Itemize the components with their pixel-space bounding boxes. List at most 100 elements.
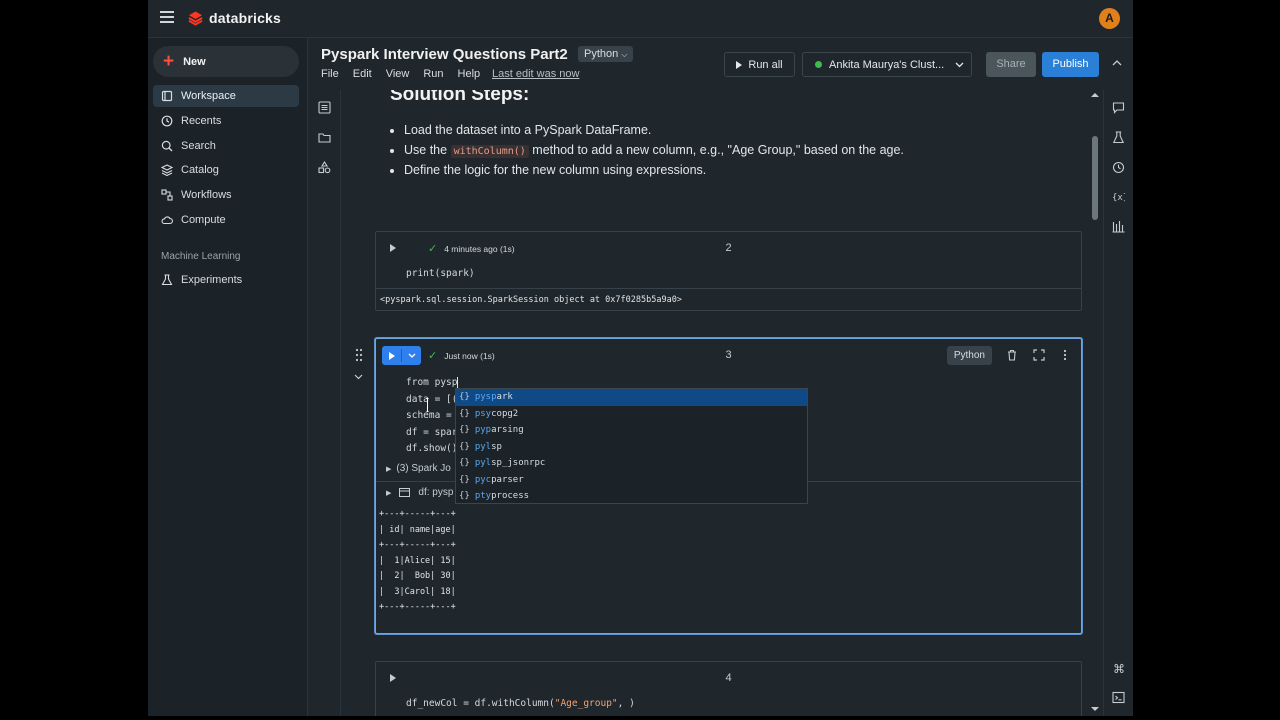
autocomplete-item[interactable]: {} ptyprocess	[456, 488, 807, 505]
module-icon: {}	[459, 458, 470, 469]
more-options-icon[interactable]	[1059, 349, 1071, 361]
code-line: df.show()	[406, 443, 458, 454]
bullet-text: Use the	[404, 143, 451, 157]
library-icon[interactable]	[1112, 220, 1125, 233]
rest-text: sp	[491, 441, 502, 452]
menu-help[interactable]: Help	[458, 68, 481, 80]
code-line: data = [(	[406, 393, 458, 405]
sidebar-item-workflows[interactable]: Workflows	[153, 184, 299, 206]
logo-text: databricks	[209, 10, 282, 26]
sidebar-item-label: Catalog	[181, 164, 219, 176]
table-of-contents-icon[interactable]	[318, 101, 331, 114]
run-all-button[interactable]: Run all	[724, 52, 795, 77]
sidebar-item-catalog[interactable]: Catalog	[153, 159, 299, 181]
dataframe-toggle[interactable]: ▶ df: pysp	[386, 487, 453, 498]
rest-text: process	[491, 491, 530, 502]
sidebar-item-compute[interactable]: Compute	[153, 209, 299, 231]
right-side-panel: {x} ⌘	[1103, 90, 1133, 716]
chevron-right-icon: ▶	[386, 466, 392, 473]
rest-text: arsing	[491, 425, 524, 436]
sidebar-item-experiments[interactable]: Experiments	[153, 269, 299, 291]
list-item: Load the dataset into a PySpark DataFram…	[404, 123, 904, 137]
code-line[interactable]: df_newCol = df.withColumn("Age_group", )	[406, 698, 635, 709]
code-cell-4[interactable]: 4 df_newCol = df.withColumn("Age_group",…	[375, 661, 1082, 716]
language-label: Python	[584, 48, 619, 60]
menu-run[interactable]: Run	[423, 68, 443, 80]
rest-text: sp_jsonrpc	[491, 458, 546, 469]
notebook-language-selector[interactable]: Python ⌵	[578, 46, 634, 62]
match-text: psy	[474, 408, 492, 419]
publish-button[interactable]: Publish	[1042, 52, 1099, 77]
sidebar-item-label: Compute	[181, 214, 226, 226]
comment-icon[interactable]	[1112, 101, 1125, 114]
cluster-selector[interactable]: Ankita Maurya's Clust...	[802, 52, 972, 77]
scroll-down-icon[interactable]	[1091, 706, 1099, 712]
autocomplete-item[interactable]: {} pycparser	[456, 472, 807, 489]
folder-icon[interactable]	[318, 131, 331, 144]
module-icon: {}	[459, 474, 470, 485]
autocomplete-item[interactable]: {} pyparsing	[456, 422, 807, 439]
variables-icon[interactable]: {x}	[1112, 190, 1125, 203]
last-edit-link[interactable]: Last edit was now	[492, 68, 579, 80]
user-avatar[interactable]: A	[1099, 8, 1120, 29]
sidebar-item-search[interactable]: Search	[153, 135, 299, 157]
share-button[interactable]: Share	[986, 52, 1036, 77]
scroll-up-icon[interactable]	[1091, 92, 1099, 98]
sidebar-item-workspace[interactable]: Workspace	[153, 85, 299, 107]
autocomplete-item[interactable]: {} psycopg2	[456, 406, 807, 423]
expand-icon[interactable]	[1033, 349, 1045, 361]
menu-file[interactable]: File	[321, 68, 339, 80]
databricks-window: databricks A + New Workspace Recents Sea…	[148, 0, 1133, 716]
list-item: Define the logic for the new column usin…	[404, 163, 904, 177]
play-icon	[736, 60, 743, 69]
chevron-right-icon: ▶	[386, 489, 392, 497]
content-scrollbar[interactable]	[1091, 92, 1099, 712]
databricks-logo[interactable]: databricks	[188, 10, 281, 26]
autocomplete-item[interactable]: {} pylsp_jsonrpc	[456, 455, 807, 472]
markdown-bullets: Load the dataset into a PySpark DataFram…	[404, 123, 904, 183]
autocomplete-item[interactable]: {} pylsp	[456, 439, 807, 456]
spark-jobs-label: (3) Spark Jo	[396, 463, 451, 474]
notebook-title[interactable]: Pyspark Interview Questions Part2	[321, 46, 568, 63]
spark-jobs-toggle[interactable]: ▶ (3) Spark Jo	[386, 463, 451, 474]
output-line: | 1|Alice| 15|	[379, 555, 456, 566]
text-caret	[457, 377, 459, 388]
markdown-heading: Solution Steps:	[390, 90, 530, 105]
sidebar-item-recents[interactable]: Recents	[153, 110, 299, 132]
code-line[interactable]: print(spark)	[406, 268, 475, 279]
chevron-up-icon[interactable]	[1112, 58, 1122, 68]
autocomplete-item[interactable]: {} pyspark	[456, 389, 807, 406]
experiment-icon[interactable]	[1112, 131, 1125, 144]
code-line: from pysp	[406, 377, 458, 388]
cell-output: <pyspark.sql.session.SparkSession object…	[376, 288, 1081, 312]
keyboard-shortcuts-icon[interactable]: ⌘	[1112, 662, 1125, 675]
cell-language-tag[interactable]: Python	[946, 346, 992, 365]
code-editor[interactable]: from pysp data = [( schema = df = spar d…	[406, 375, 459, 458]
trash-icon[interactable]	[1006, 349, 1018, 361]
scrollbar-thumb[interactable]	[1092, 136, 1098, 220]
output-line: +---+-----+---+	[379, 602, 456, 612]
code-token: , )	[617, 698, 635, 709]
code-cell-2[interactable]: ✓ 4 minutes ago (1s) 2 print(spark) <pysp…	[375, 231, 1082, 311]
module-icon: {}	[459, 392, 470, 403]
sidebar-item-label: Recents	[181, 115, 222, 127]
collapse-cell-icon[interactable]	[354, 374, 363, 380]
clock-icon	[161, 115, 173, 127]
history-icon[interactable]	[1112, 161, 1125, 174]
module-icon: {}	[459, 425, 470, 436]
cloud-icon	[161, 216, 173, 225]
shapes-icon[interactable]	[318, 161, 331, 174]
hamburger-menu-icon[interactable]	[160, 11, 174, 25]
dataframe-label: df: pysp	[418, 487, 454, 498]
terminal-icon[interactable]	[1112, 691, 1125, 704]
cluster-status-dot	[815, 61, 822, 68]
drag-handle-icon[interactable]	[355, 348, 363, 362]
notebook-menubar: File Edit View Run Help	[321, 68, 480, 80]
menu-edit[interactable]: Edit	[353, 68, 372, 80]
search-icon	[161, 140, 173, 152]
new-button[interactable]: + New	[153, 46, 299, 77]
output-line: | 3|Carol| 18|	[379, 586, 456, 597]
menu-view[interactable]: View	[386, 68, 410, 80]
autocomplete-dropdown: {} pyspark {} psycopg2 {} pyparsing {} pylsp…	[455, 388, 808, 504]
output-line: | 2| Bob| 30|	[379, 571, 456, 581]
